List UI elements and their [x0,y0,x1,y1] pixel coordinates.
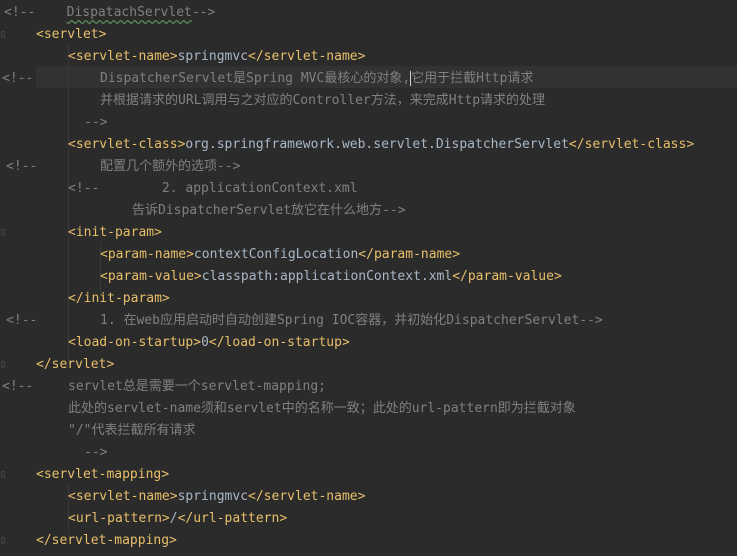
code-line[interactable]: <servlet-name>springmvc</servlet-name> [68,486,365,508]
gutter-comment-marker: <!-- [2,379,34,394]
fold-marker-icon[interactable]: ▯ [0,222,6,244]
comment-token: 配置几个额外的选项--> [100,159,241,174]
fold-marker-icon[interactable]: ▯ [0,24,6,46]
code-line[interactable]: </servlet-mapping> [36,530,177,552]
code-line[interactable]: 此处的servlet-name须和servlet中的名称一致；此处的url-pa… [68,398,576,420]
xml-tag-token: </url-pattern> [177,511,288,526]
code-line[interactable]: <servlet-mapping> [36,464,169,486]
xml-tag-token: </servlet-name> [248,49,366,64]
code-line[interactable]: <url-pattern>/</url-pattern> [68,508,287,530]
xml-tag-token: </servlet-class> [568,137,695,152]
code-line[interactable]: <!-- DispatachServlet--> [4,2,215,24]
code-line[interactable]: </init-param> [68,288,170,310]
code-line[interactable]: <!-- 2. applicationContext.xml [68,178,358,200]
comment-token: 它用于拦截Http请求 [411,71,534,86]
text-token: 0 [201,335,209,350]
code-line[interactable]: <load-on-startup>0</load-on-startup> [68,332,350,354]
comment-token: --> [84,445,108,460]
xml-tag-token: </param-name> [358,247,461,262]
xml-tag-token: </load-on-startup> [208,335,350,350]
code-line[interactable]: "/"代表拦截所有请求 [68,420,195,442]
comment-token: 并根据请求的URL调用与之对应的Controller方法，来完成Http请求的处… [100,93,546,108]
xml-tag-token: <servlet-name> [68,49,178,64]
xml-tag-token: <servlet-class> [68,137,186,152]
xml-tag-token: <load-on-startup> [68,335,202,350]
comment-token: --> [84,115,108,130]
code-editor[interactable]: <!-- DispatachServlet--> <servlet> <servle… [0,0,737,556]
xml-tag-token: <servlet> [36,27,107,42]
xml-tag-token: </init-param> [68,291,170,306]
gutter-comment-marker: <!-- [2,71,34,86]
comment-token: 1. 在web应用启动时自动创建Spring IOC容器，并初始化Dispatc… [100,313,603,328]
text-token: springmvc [177,489,249,504]
xml-tag-token: <init-param> [68,225,162,240]
code-line[interactable]: <init-param> [68,222,162,244]
code-line[interactable]: </servlet> [36,354,114,376]
code-line[interactable]: DispatcherServlet是Spring MVC最核心的对象,它用于拦截… [100,68,533,90]
code-line[interactable]: <param-name>contextConfigLocation</param… [100,244,460,266]
comment-token: 此处的servlet-name须和servlet中的名称一致；此处的url-pa… [68,401,576,416]
xml-tag-token: <param-value> [100,269,202,284]
comment-token: DispatachServlet [66,5,192,20]
xml-tag-token: </servlet> [36,357,115,372]
comment-token: DispatcherServlet是Spring MVC最核心的对象, [100,71,411,86]
text-token: / [169,511,178,526]
code-line[interactable]: 并根据请求的URL调用与之对应的Controller方法，来完成Http请求的处… [100,90,545,112]
code-line[interactable]: --> [84,112,107,134]
comment-token: <!-- 2. applicationContext.xml [68,181,358,196]
fold-marker-icon[interactable]: ▯ [0,354,6,376]
xml-tag-token: <servlet-mapping> [36,467,170,482]
code-line[interactable]: 1. 在web应用启动时自动创建Spring IOC容器，并初始化Dispatc… [100,310,603,332]
comment-token: <!-- [4,5,67,20]
xml-tag-token: <url-pattern> [68,511,170,526]
comment-token: "/"代表拦截所有请求 [68,423,196,438]
code-line[interactable]: 告诉DispatcherServlet放它在什么地方--> [132,200,406,222]
xml-tag-token: <servlet-name> [68,489,178,504]
code-line[interactable]: <servlet-name>springmvc</servlet-name> [68,46,365,68]
code-line[interactable]: <servlet-class>org.springframework.web.s… [68,134,694,156]
code-line[interactable]: --> [84,442,107,464]
xml-tag-token: <param-name> [100,247,194,262]
code-line[interactable]: 配置几个额外的选项--> [100,156,240,178]
fold-marker-icon[interactable]: ▯ [0,464,6,486]
fold-marker-icon[interactable]: ▯ [0,530,6,552]
code-line[interactable]: servlet总是需要一个servlet-mapping; [68,376,326,398]
xml-tag-token: </param-value> [452,269,562,284]
indent-guide [68,44,69,362]
xml-tag-token: </servlet-name> [248,489,366,504]
gutter-comment-marker: <!-- [6,159,38,174]
text-token: classpath:applicationContext.xml [201,269,453,284]
gutter-comment-marker: <!-- [6,313,38,328]
comment-token: --> [191,5,216,20]
text-token: springmvc [177,49,249,64]
code-line[interactable]: <param-value>classpath:applicationContex… [100,266,562,288]
xml-tag-token: </servlet-mapping> [36,533,177,548]
comment-token: 告诉DispatcherServlet放它在什么地方--> [132,203,406,218]
comment-token: servlet总是需要一个servlet-mapping; [68,379,327,394]
text-token: contextConfigLocation [193,247,359,262]
code-line[interactable]: <servlet> [36,24,106,46]
text-token: org.springframework.web.servlet.Dispatch… [185,137,569,152]
